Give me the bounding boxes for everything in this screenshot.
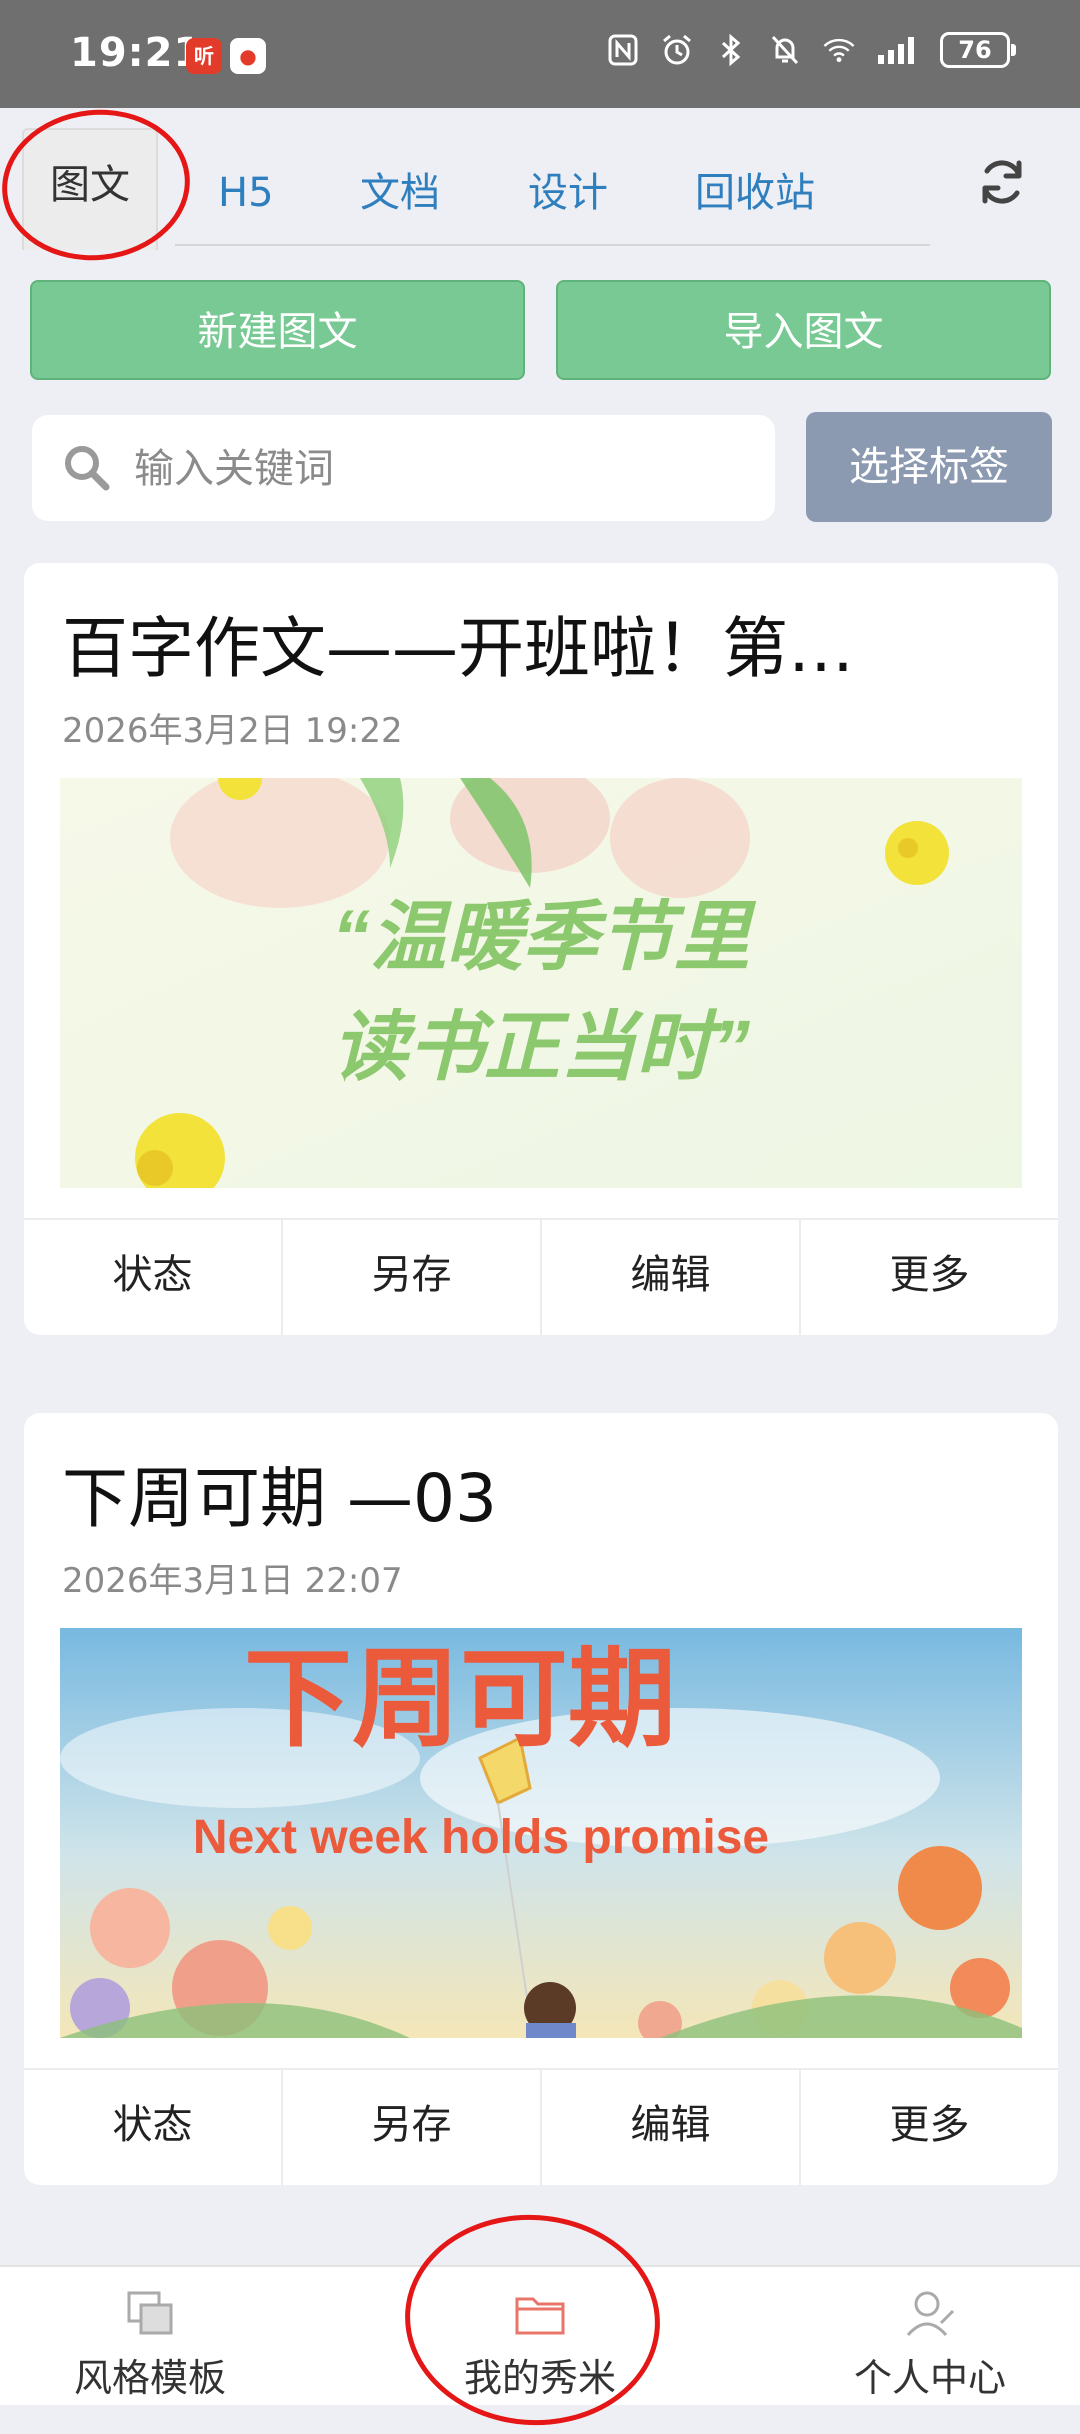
- status-time: 19:21: [70, 30, 203, 76]
- new-post-button[interactable]: 新建图文: [30, 280, 525, 380]
- post-title[interactable]: 下周可期 —03: [62, 1445, 1022, 1541]
- tab-divider: [175, 244, 930, 246]
- post-actions: 状态 另存 编辑 更多: [24, 1218, 1058, 1335]
- app-notification-icon: 听: [186, 38, 222, 74]
- post-title[interactable]: 百字作文——开班啦！第…: [62, 595, 1022, 691]
- battery-level: 76: [958, 36, 992, 64]
- more-button[interactable]: 更多: [801, 2070, 1058, 2185]
- search-input[interactable]: [132, 415, 756, 523]
- post-cover-image[interactable]: “温暖季节里 读书正当时”: [60, 778, 1022, 1188]
- post-date: 2026年3月2日 19:22: [62, 711, 403, 751]
- save-as-button[interactable]: 另存: [283, 1220, 542, 1335]
- post-card[interactable]: 百字作文——开班啦！第… 2026年3月2日 19:22 “温暖季节里 读书正当…: [24, 563, 1058, 1335]
- status-button[interactable]: 状态: [24, 1220, 283, 1335]
- refresh-icon[interactable]: [975, 155, 1029, 209]
- edit-button[interactable]: 编辑: [542, 2070, 801, 2185]
- status-icons: 76: [606, 32, 1016, 68]
- post-cover-image[interactable]: 下周可期 Next week holds promise: [60, 1628, 1022, 2038]
- post-card[interactable]: 下周可期 —03 2026年3月1日 22:07 下周可期 Next week …: [24, 1413, 1058, 2185]
- template-icon: [123, 2289, 177, 2337]
- nav-style-templates[interactable]: 风格模板: [0, 2267, 300, 2405]
- status-bar: 19:21 听 ● 76: [0, 0, 1080, 108]
- nav-label: 个人中心: [853, 2356, 1006, 2400]
- status-button[interactable]: 状态: [24, 2070, 283, 2185]
- post-actions: 状态 另存 编辑 更多: [24, 2068, 1058, 2185]
- nav-label: 风格模板: [73, 2356, 226, 2400]
- signal-icon: [876, 33, 920, 67]
- nfc-icon: [606, 33, 640, 67]
- edit-button[interactable]: 编辑: [542, 1220, 801, 1335]
- user-icon: [903, 2289, 957, 2337]
- import-post-button[interactable]: 导入图文: [556, 280, 1051, 380]
- tab-recycle-bin[interactable]: 回收站: [695, 148, 815, 238]
- tab-h5[interactable]: H5: [218, 148, 274, 238]
- tab-design[interactable]: 设计: [528, 148, 608, 238]
- select-tags-button[interactable]: 选择标签: [806, 412, 1052, 522]
- save-as-button[interactable]: 另存: [283, 2070, 542, 2185]
- battery-icon: 76: [940, 32, 1016, 68]
- alarm-icon: [660, 33, 694, 67]
- cover-text: Next week holds promise: [193, 1811, 769, 1864]
- mute-bell-icon: [768, 33, 802, 67]
- bluetooth-icon: [714, 33, 748, 67]
- app-notification-icon: ●: [230, 38, 266, 74]
- search-box: [32, 415, 775, 523]
- cover-text: 读书正当时”: [332, 1005, 750, 1090]
- cover-text: 下周可期: [244, 1636, 676, 1762]
- post-date: 2026年3月1日 22:07: [62, 1561, 403, 1601]
- wifi-icon: [822, 33, 856, 67]
- tab-document[interactable]: 文档: [360, 148, 440, 238]
- nav-profile[interactable]: 个人中心: [780, 2267, 1080, 2405]
- search-icon: [62, 443, 112, 493]
- cover-text: “温暖季节里: [332, 895, 757, 980]
- more-button[interactable]: 更多: [801, 1220, 1058, 1335]
